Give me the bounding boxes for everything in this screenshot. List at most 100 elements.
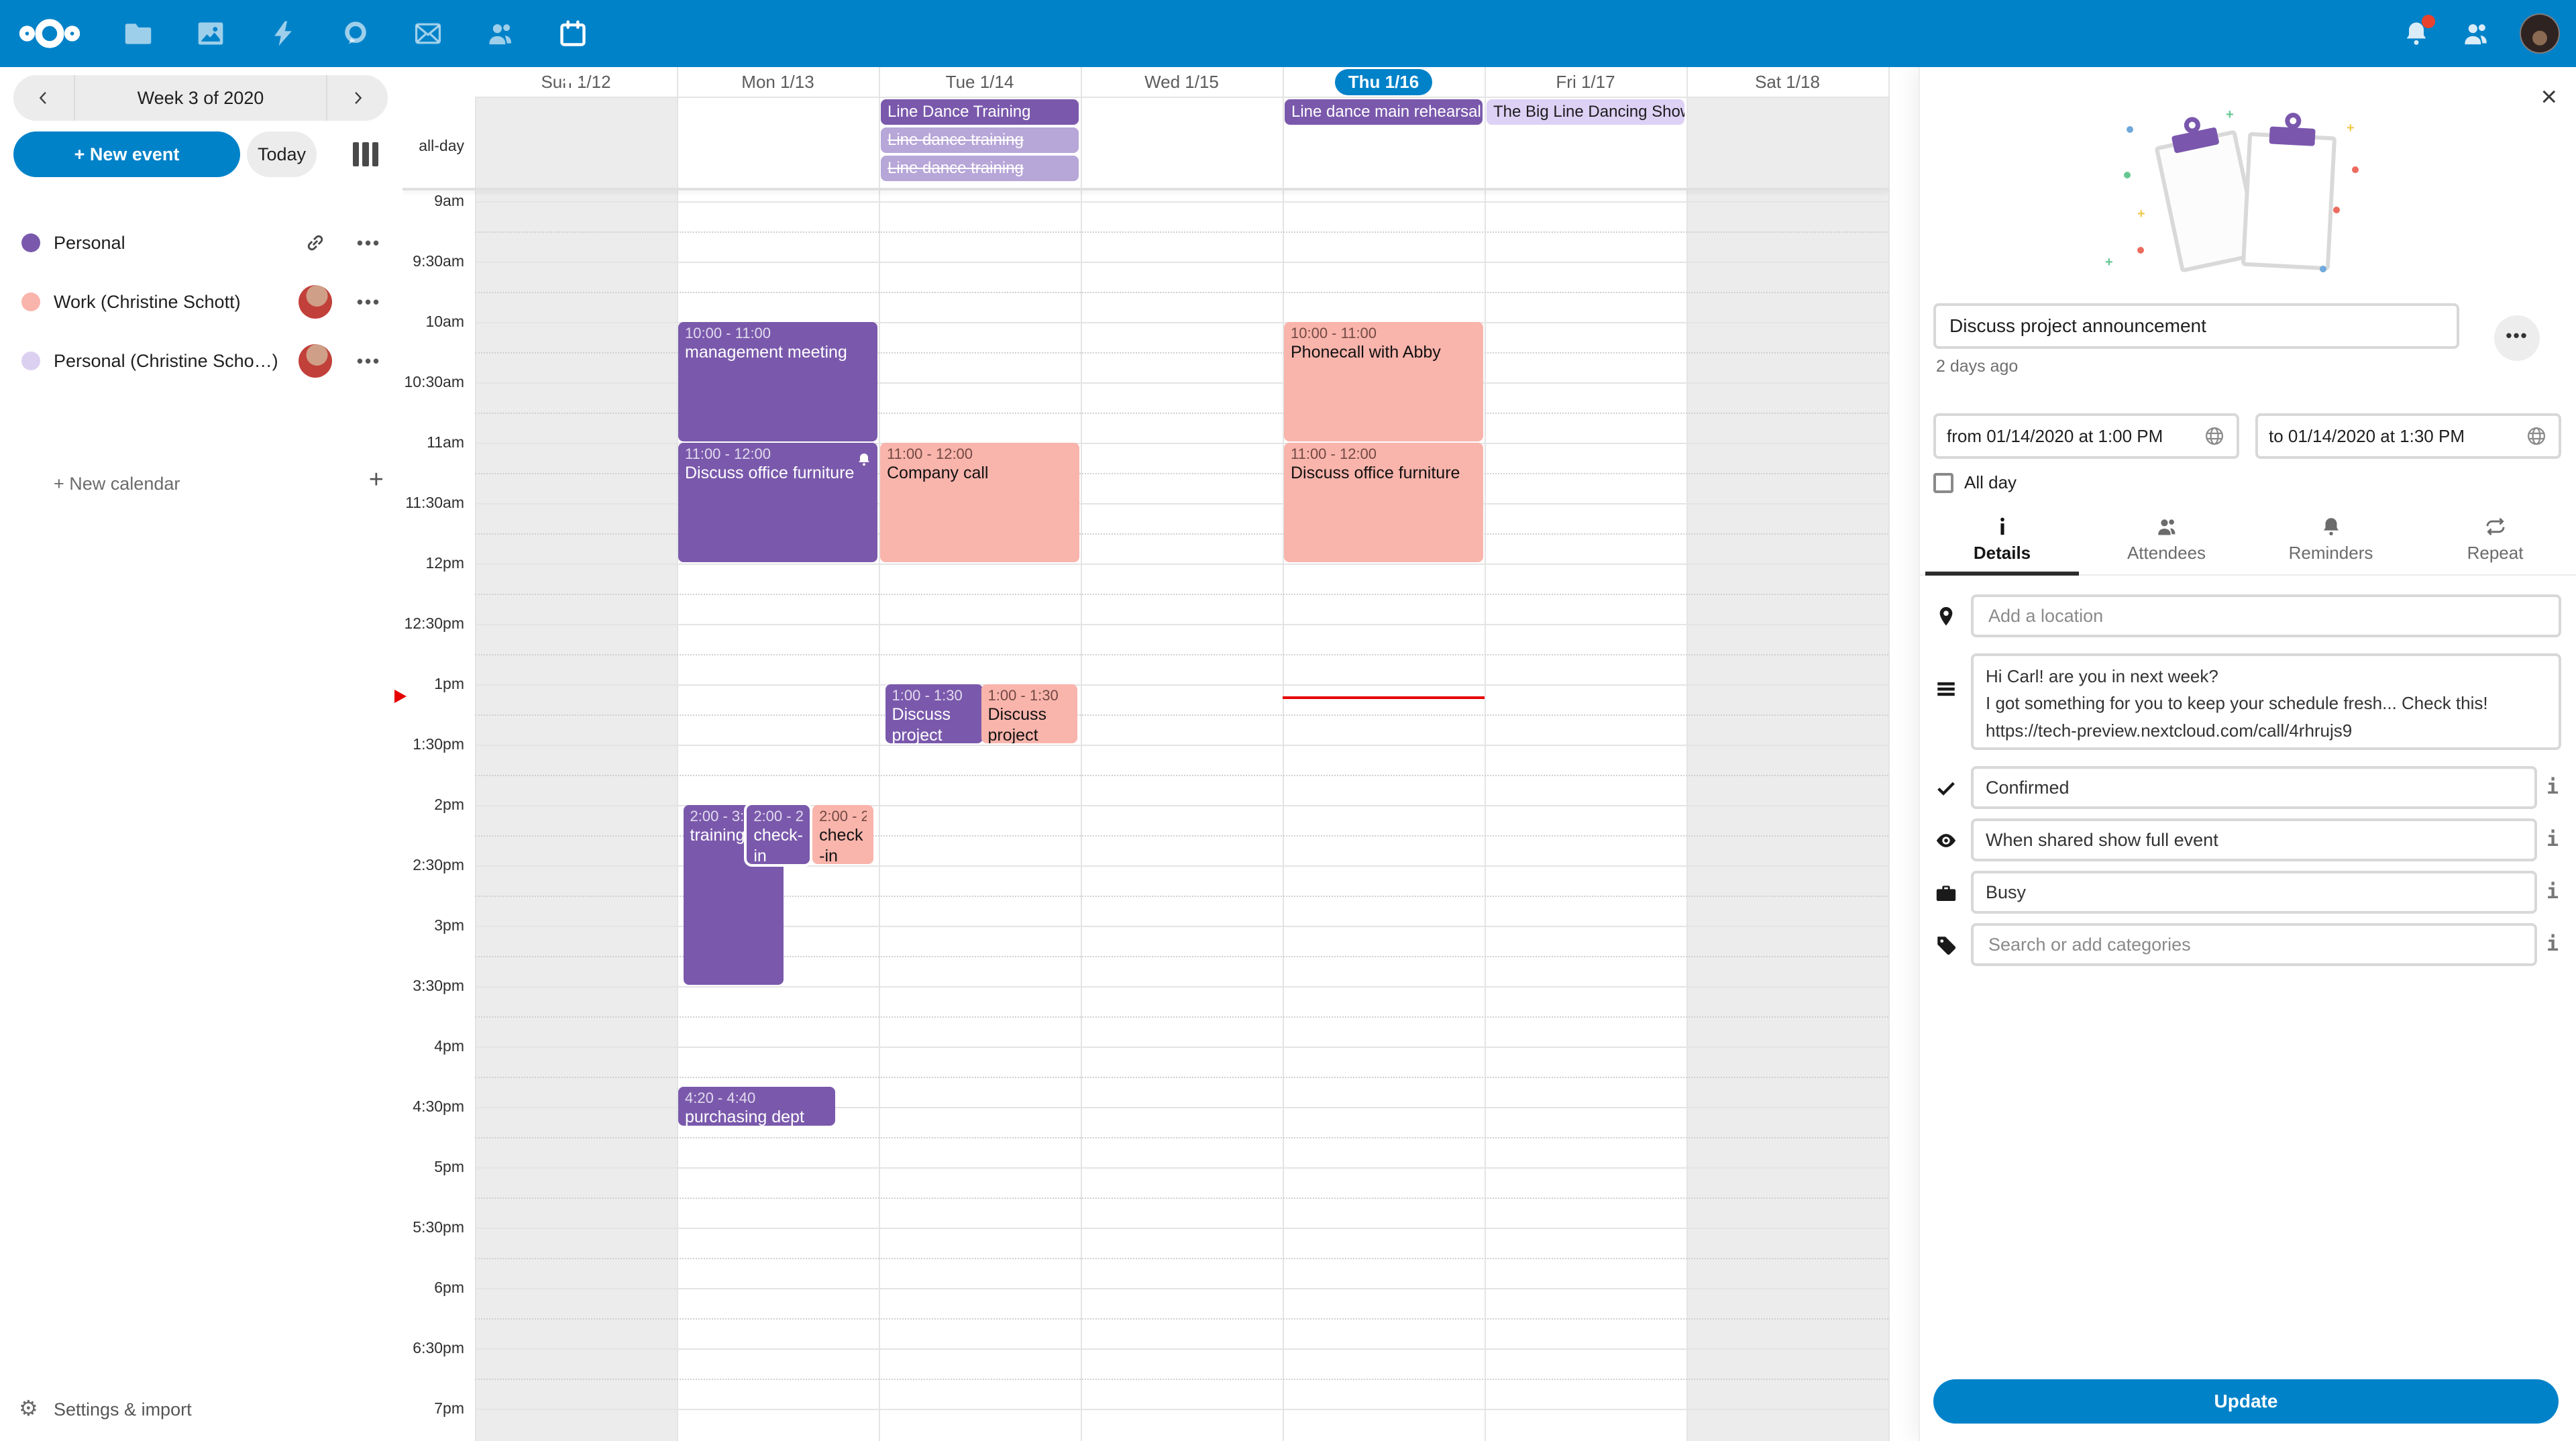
event-purchasing-dept[interactable]: 4:20 - 4:40purchasing dept	[678, 1087, 835, 1126]
time-axis-label: 11am	[402, 433, 464, 451]
all-day-checkbox[interactable]	[1933, 473, 1953, 493]
eye-icon	[1935, 829, 1957, 852]
event-discuss-office-furniture[interactable]: 11:00 - 12:00Discuss office furniture	[1284, 443, 1483, 562]
allday-event[interactable]: Line dance main rehearsal	[1285, 99, 1483, 125]
notifications-bell-icon[interactable]	[2402, 19, 2431, 48]
new-event-button[interactable]: + New event	[13, 131, 240, 177]
description-lines-icon	[1935, 678, 1957, 700]
all-day-toggle[interactable]: All day	[1933, 472, 2017, 493]
event-discuss-project[interactable]: 1:00 - 1:30Discuss project	[981, 684, 1077, 743]
status-info-icon[interactable]: i	[2546, 776, 2559, 799]
event-check-in[interactable]: 2:00 - 2:30check-in	[812, 805, 873, 864]
location-input[interactable]	[1971, 594, 2561, 637]
app-calendar-icon[interactable]	[558, 19, 588, 48]
calendar-color-dot	[21, 352, 40, 370]
timezone-globe-icon[interactable]	[2525, 425, 2548, 447]
location-input-field[interactable]	[1986, 604, 2546, 628]
event-check-in[interactable]: 2:00 - 2:30check-in	[747, 805, 810, 864]
end-datetime-field[interactable]: to 01/14/2020 at 1:30 PM	[2255, 413, 2561, 459]
app-files-icon[interactable]	[123, 19, 153, 48]
grid-vertical-line	[677, 67, 678, 1441]
calendar-list-item[interactable]: Personal (Christine Scho…)•••	[0, 331, 402, 390]
grid-quarter-line	[475, 1197, 1888, 1199]
end-datetime-value: to 01/14/2020 at 1:30 PM	[2269, 426, 2465, 447]
categories-input-field[interactable]	[1986, 933, 2522, 957]
day-header-wed[interactable]: Wed 1/15	[1081, 67, 1283, 97]
tab-label: Details	[1974, 543, 2031, 563]
event-discuss-project-announcement[interactable]: 1:00 - 1:30Discuss project announcement	[885, 684, 983, 743]
allday-event[interactable]: Line Dance Training	[881, 99, 1079, 125]
app-photos-icon[interactable]	[196, 19, 225, 48]
tab-repeat[interactable]: Repeat	[2413, 513, 2576, 574]
today-button[interactable]: Today	[247, 131, 317, 177]
event-title: check-in	[819, 825, 867, 864]
shared-by-avatar-wrap[interactable]	[298, 284, 333, 319]
timezone-globe-icon[interactable]	[2203, 425, 2226, 447]
event-company-call[interactable]: 11:00 - 12:00Company call	[880, 443, 1079, 562]
visibility-select[interactable]: When shared show full event	[1971, 818, 2537, 861]
next-week-button[interactable]	[327, 75, 388, 121]
calendar-actions-icon[interactable]: •••	[352, 351, 386, 372]
event-time-label: 11:00 - 12:00	[1291, 445, 1477, 463]
day-header-fri[interactable]: Fri 1/17	[1485, 67, 1686, 97]
categories-info-icon[interactable]: i	[2546, 932, 2559, 956]
new-calendar-button[interactable]: + New calendar	[54, 474, 180, 494]
allday-event[interactable]: The Big Line Dancing Show	[1487, 99, 1684, 125]
current-week-label[interactable]: Week 3 of 2020	[74, 75, 327, 121]
event-title: Company call	[887, 463, 1073, 484]
event-title-input[interactable]	[1933, 303, 2459, 349]
day-header-mon[interactable]: Mon 1/13	[677, 67, 879, 97]
event-time-label: 2:00 - 2:30	[819, 808, 867, 825]
calendar-actions-icon[interactable]: •••	[352, 233, 386, 254]
info-icon	[1991, 515, 2014, 538]
freebusy-info-icon[interactable]: i	[2546, 880, 2559, 904]
day-header-sat[interactable]: Sat 1/18	[1686, 67, 1888, 97]
event-management-meeting[interactable]: 10:00 - 11:00management meeting	[678, 322, 877, 441]
grid-hour-line	[475, 1348, 1888, 1350]
shared-by-avatar-wrap[interactable]	[298, 343, 333, 378]
status-select[interactable]: Confirmed	[1971, 766, 2537, 809]
user-avatar[interactable]	[2520, 13, 2560, 54]
time-axis-label: 12:30pm	[402, 615, 464, 633]
event-phonecall-with-abby[interactable]: 10:00 - 11:00Phonecall with Abby	[1284, 322, 1483, 441]
allday-event[interactable]: Line dance training	[881, 127, 1079, 153]
allday-event[interactable]: Line dance training	[881, 156, 1079, 181]
event-time-label: 4:20 - 4:40	[685, 1089, 828, 1107]
nextcloud-calendar-app: Week 3 of 2020 + New event Today Persona…	[0, 0, 2576, 1441]
day-header-tue[interactable]: Tue 1/14	[879, 67, 1081, 97]
event-actions-menu-button[interactable]: •••	[2494, 315, 2540, 361]
app-contacts-icon[interactable]	[486, 19, 515, 48]
categories-input[interactable]	[1971, 923, 2537, 966]
description-textarea[interactable]: Hi Carl! are you in next week? I got som…	[1971, 653, 2561, 750]
shared-by-avatar	[299, 344, 332, 378]
plus-icon[interactable]: +	[369, 466, 384, 494]
update-button[interactable]: Update	[1933, 1379, 2559, 1424]
settings-import-row[interactable]: ⚙ Settings & import	[0, 1390, 402, 1430]
start-datetime-field[interactable]: from 01/14/2020 at 1:00 PM	[1933, 413, 2239, 459]
tab-details[interactable]: Details	[1920, 513, 2084, 574]
visibility-info-icon[interactable]: i	[2546, 828, 2559, 851]
editor-tabs: Details AttendeesRemindersRepeat	[1920, 513, 2576, 576]
grid-vertical-line	[1888, 67, 1890, 1441]
event-discuss-office-furniture[interactable]: 11:00 - 12:00Discuss office furniture	[678, 443, 877, 562]
close-icon[interactable]: ×	[2540, 83, 2557, 110]
share-link-icon[interactable]	[298, 225, 333, 260]
week-view-toggle-icon[interactable]	[353, 142, 378, 166]
contacts-menu-icon[interactable]	[2461, 19, 2490, 48]
tab-attendees[interactable]: Attendees	[2084, 513, 2249, 574]
calendar-list-item[interactable]: Personal•••	[0, 213, 402, 272]
calendar-list-item[interactable]: Work (Christine Schott)•••	[0, 272, 402, 331]
nextcloud-logo-icon[interactable]	[19, 15, 80, 52]
calendar-actions-icon[interactable]: •••	[352, 292, 386, 313]
weekend-shading	[1686, 97, 1888, 188]
tab-reminders[interactable]: Reminders	[2249, 513, 2413, 574]
time-axis-label: 5pm	[402, 1158, 464, 1176]
grid-hour-line	[475, 1409, 1888, 1410]
previous-week-button[interactable]	[13, 75, 74, 121]
app-mail-icon[interactable]	[413, 19, 443, 48]
app-talk-icon[interactable]	[341, 19, 370, 48]
day-header-thu[interactable]: Thu 1/16	[1283, 67, 1485, 97]
new-calendar-row: + New calendar +	[0, 455, 402, 514]
freebusy-select[interactable]: Busy	[1971, 871, 2537, 914]
app-activity-icon[interactable]	[268, 19, 298, 48]
